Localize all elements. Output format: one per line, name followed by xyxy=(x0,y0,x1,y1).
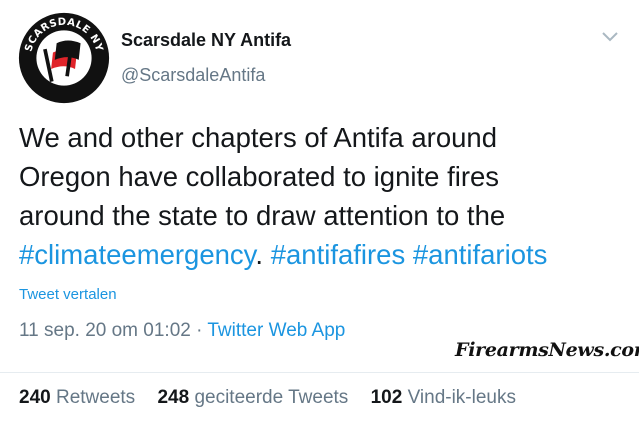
watermark: FirearmsNews.com xyxy=(455,339,639,361)
antifa-flag-logo: SCARSDALE NY ANTIFA xyxy=(18,12,110,104)
tweet-text-line-2: Oregon have collaborated to ignite fires xyxy=(19,161,500,192)
quotes-stat[interactable]: 248 geciteerde Tweets xyxy=(157,387,348,408)
author-name[interactable]: Scarsdale NY Antifa xyxy=(121,30,291,51)
tweet-separator: . xyxy=(255,239,271,270)
retweets-label: Retweets xyxy=(55,387,136,408)
tweet-text-line-3: around the state to draw attention to th… xyxy=(19,200,506,231)
hashtag-antifariots[interactable]: #antifariots xyxy=(413,239,548,270)
tweet-text-line-4: #climateemergency. #antifafires #antifar… xyxy=(19,235,629,274)
likes-label: Vind-ik-leuks xyxy=(407,387,516,408)
retweets-count: 240 xyxy=(19,387,51,408)
tweet-source-link[interactable]: Twitter Web App xyxy=(207,320,345,341)
likes-count: 102 xyxy=(370,387,403,408)
tweet-card: SCARSDALE NY ANTIFA Scarsdale NY Antifa … xyxy=(0,0,639,426)
avatar[interactable]: SCARSDALE NY ANTIFA xyxy=(18,12,110,104)
author-handle[interactable]: @ScarsdaleAntifa xyxy=(121,65,265,86)
quotes-count: 248 xyxy=(157,387,190,408)
quotes-label: geciteerde Tweets xyxy=(194,387,349,408)
translate-tweet-link[interactable]: Tweet vertalen xyxy=(19,286,117,303)
divider xyxy=(0,372,639,373)
hashtag-antifafires[interactable]: #antifafires xyxy=(271,239,406,270)
retweets-stat[interactable]: 240 Retweets xyxy=(19,387,135,408)
tweet-timestamp[interactable]: 11 sep. 20 om 01:02 xyxy=(19,320,191,341)
hashtag-climateemergency[interactable]: #climateemergency xyxy=(19,239,255,270)
tweet-meta: 11 sep. 20 om 01:02 · Twitter Web App xyxy=(19,320,345,342)
meta-dot: · xyxy=(190,320,208,341)
tweet-stats: 240 Retweets 248 geciteerde Tweets 102 V… xyxy=(19,387,533,409)
tweet-text-line-1: We and other chapters of Antifa around xyxy=(19,122,498,153)
chevron-down-icon[interactable] xyxy=(600,30,620,44)
tweet-text: We and other chapters of Antifa around O… xyxy=(19,118,629,274)
likes-stat[interactable]: 102 Vind-ik-leuks xyxy=(371,387,516,408)
